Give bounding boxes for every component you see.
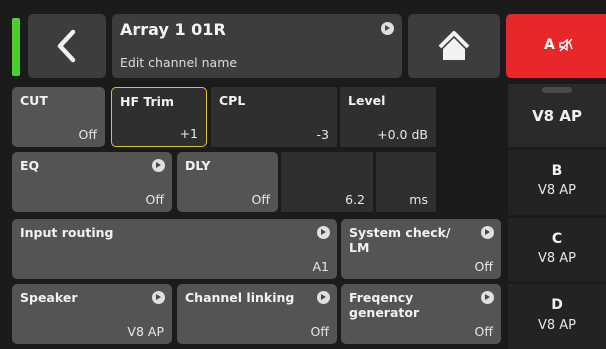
speaker-muted-icon [559, 38, 573, 52]
channel-name-field[interactable]: Array 1 01R Edit channel name [112, 14, 402, 78]
chevron-right-icon [152, 159, 165, 172]
eq-label: EQ [20, 158, 40, 173]
input-routing-label: Input routing [20, 225, 114, 240]
eq-value: Off [145, 192, 164, 207]
cut-label: CUT [20, 93, 48, 108]
hf-trim-label: HF Trim [120, 94, 174, 109]
dly-amount-tile[interactable]: 6.2 [281, 152, 373, 212]
cut-tile[interactable]: CUT Off [12, 87, 105, 147]
frequency-generator-value: Off [474, 324, 493, 339]
mute-button-label: A [544, 37, 555, 53]
signal-indicator [12, 18, 20, 76]
channel-a-speaker: V8 AP [532, 107, 582, 125]
system-check-tile[interactable]: System check/ LM Off [341, 219, 501, 279]
chevron-right-icon [152, 291, 165, 304]
chevron-right-icon [481, 226, 494, 239]
cut-value: Off [78, 127, 97, 142]
home-icon [438, 31, 470, 60]
channel-a-indicator [542, 87, 572, 93]
speaker-tile[interactable]: Speaker V8 AP [12, 284, 172, 344]
chevron-right-icon [317, 226, 330, 239]
cpl-value: -3 [316, 127, 329, 142]
dly-label: DLY [185, 158, 211, 173]
system-check-value: Off [474, 259, 493, 274]
channel-b-speaker: V8 AP [537, 183, 577, 198]
dly-tile[interactable]: DLY Off [177, 152, 278, 212]
channel-b-name: B [551, 163, 563, 179]
channel-linking-label: Channel linking [185, 290, 295, 305]
mute-button[interactable]: A [506, 14, 606, 78]
channel-a-selector[interactable]: V8 AP [508, 84, 606, 147]
frequency-generator-tile[interactable]: Freqency generator Off [341, 284, 501, 344]
channel-d-selector[interactable]: D V8 AP [508, 284, 606, 349]
home-button[interactable] [408, 14, 500, 78]
level-label: Level [348, 93, 386, 108]
chevron-right-icon [381, 22, 394, 35]
channel-title: Array 1 01R [120, 20, 226, 39]
frequency-generator-label: Freqency generator [349, 290, 420, 320]
input-routing-value: A1 [312, 259, 329, 274]
hf-trim-value: +1 [179, 126, 198, 141]
level-tile[interactable]: Level +0.0 dB [340, 87, 436, 147]
channel-c-speaker: V8 AP [537, 251, 577, 266]
channel-c-name: C [551, 231, 563, 247]
input-routing-tile[interactable]: Input routing A1 [12, 219, 337, 279]
channel-linking-tile[interactable]: Channel linking Off [177, 284, 337, 344]
level-value: +0.0 dB [377, 127, 428, 142]
system-check-label: System check/ LM [349, 225, 451, 255]
chevron-right-icon [481, 291, 494, 304]
dly-unit-tile[interactable]: ms [376, 152, 436, 212]
eq-tile[interactable]: EQ Off [12, 152, 172, 212]
chevron-right-icon [317, 291, 330, 304]
channel-b-selector[interactable]: B V8 AP [508, 150, 606, 215]
channel-d-name: D [551, 297, 563, 313]
dly-value: Off [251, 192, 270, 207]
cpl-label: CPL [219, 93, 246, 108]
dly-unit: ms [409, 192, 428, 207]
dly-amount: 6.2 [345, 192, 365, 207]
cpl-tile[interactable]: CPL -3 [211, 87, 337, 147]
channel-c-selector[interactable]: C V8 AP [508, 218, 606, 281]
back-button[interactable] [28, 14, 106, 78]
channel-d-speaker: V8 AP [537, 318, 577, 333]
channel-subtitle: Edit channel name [120, 55, 238, 70]
speaker-label: Speaker [20, 290, 78, 305]
channel-linking-value: Off [310, 324, 329, 339]
hf-trim-tile[interactable]: HF Trim +1 [111, 87, 207, 147]
speaker-value: V8 AP [127, 324, 164, 339]
back-arrow-icon [57, 29, 76, 63]
